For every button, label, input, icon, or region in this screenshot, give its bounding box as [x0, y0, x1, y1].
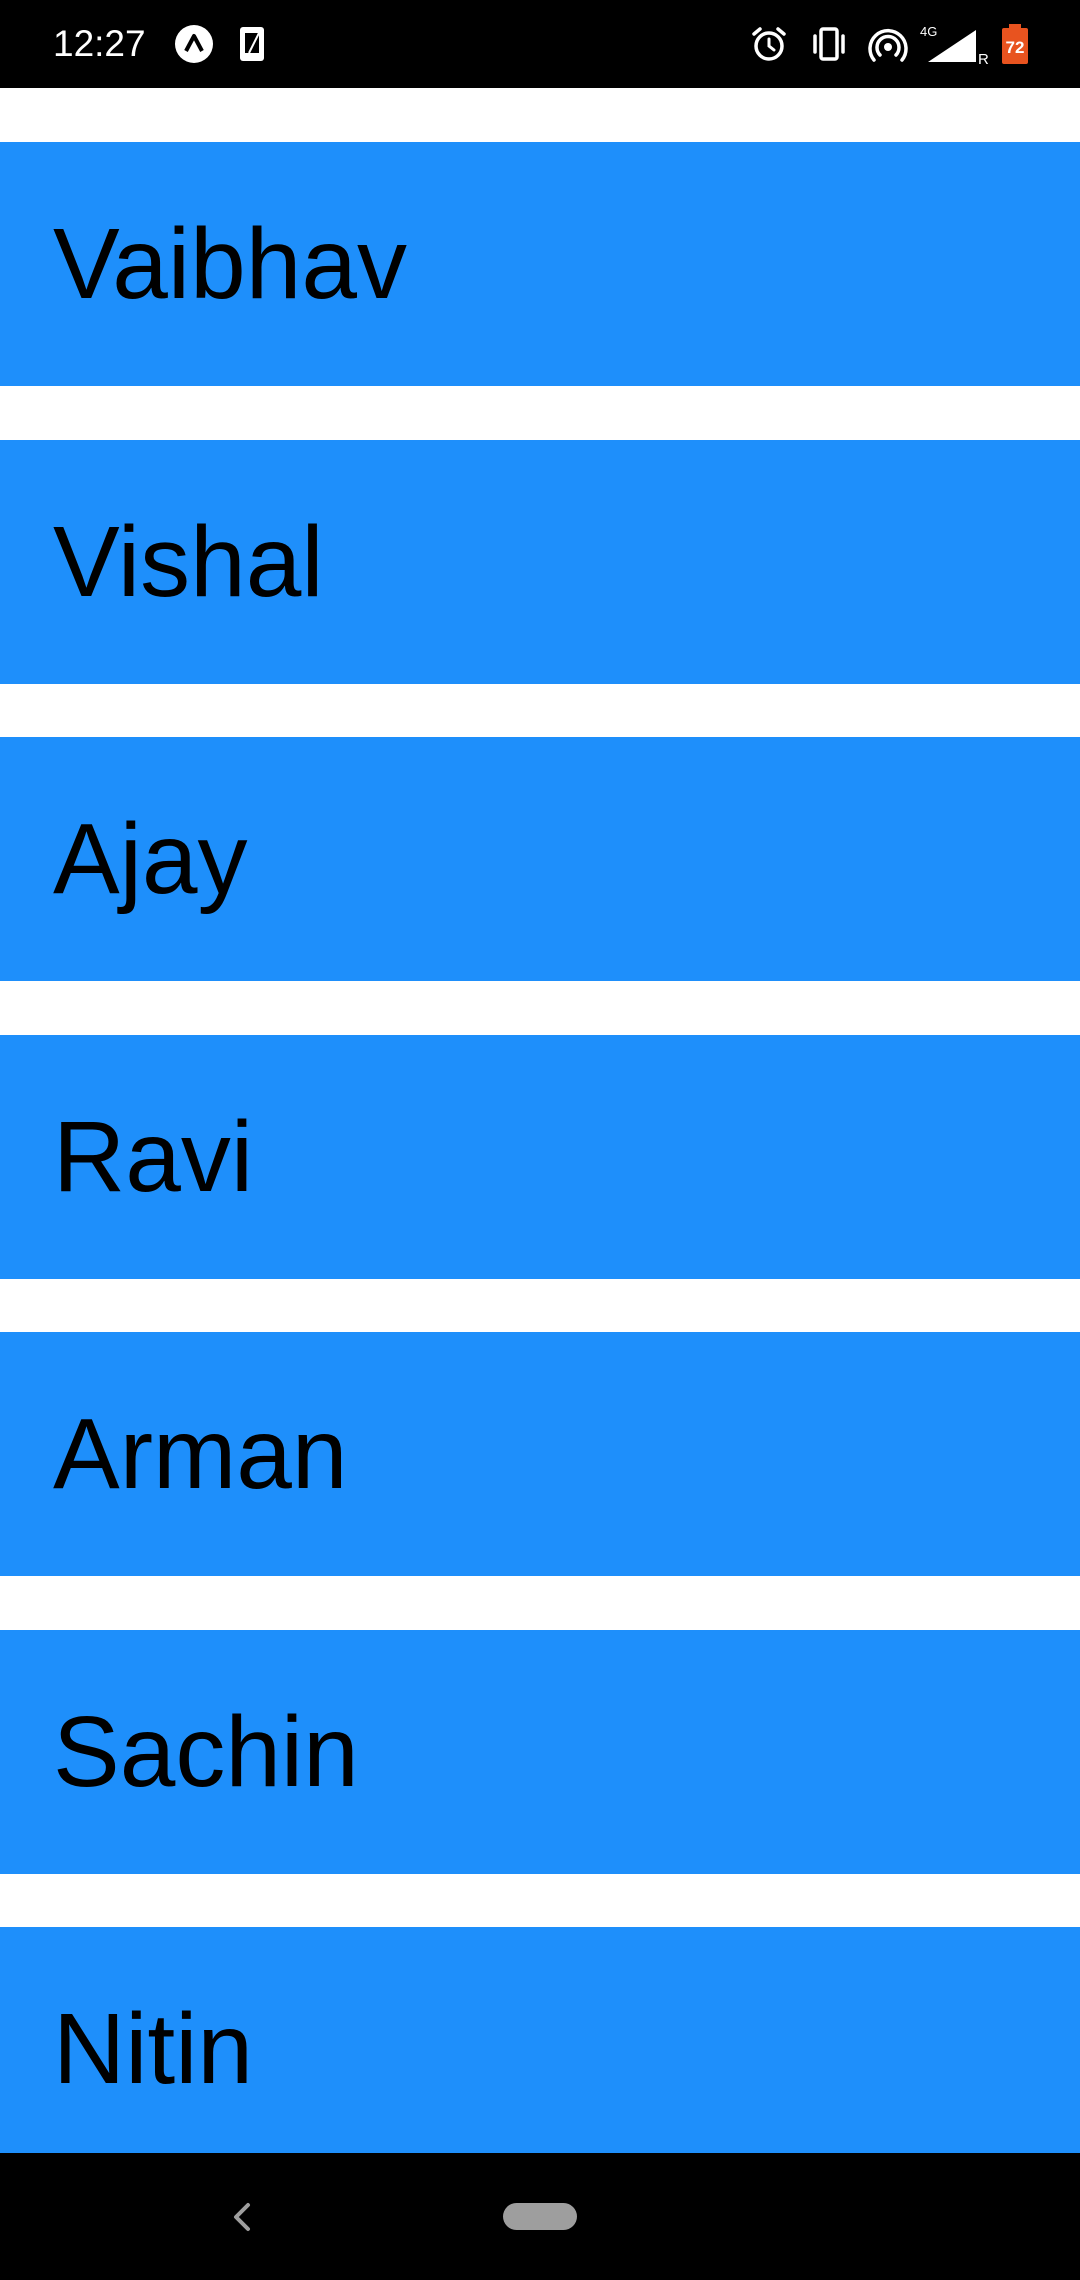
vibrate-icon [808, 22, 850, 66]
cellular-signal-icon: 4G R [918, 22, 990, 66]
list-item-label: Ravi [53, 1101, 254, 1213]
home-pill-icon[interactable] [503, 2203, 577, 2230]
svg-text:R: R [978, 51, 989, 66]
sim-card-icon [236, 22, 268, 66]
list-item[interactable]: Arman [0, 1332, 1080, 1576]
expo-notification-icon [172, 22, 216, 66]
list-item-label: Vishal [53, 506, 324, 618]
list-item-label: Ajay [53, 803, 248, 915]
svg-text:4G: 4G [920, 24, 937, 39]
list-item[interactable]: Sachin [0, 1630, 1080, 1874]
list-item[interactable]: Vishal [0, 440, 1080, 684]
hotspot-icon [866, 22, 910, 66]
battery-icon: 72 [998, 22, 1032, 66]
list-item-label: Vaibhav [53, 208, 407, 320]
list-item[interactable]: Vaibhav [0, 142, 1080, 386]
list-item-label: Nitin [53, 1993, 254, 2105]
alarm-icon [748, 22, 790, 66]
list-item[interactable]: Nitin [0, 1927, 1080, 2153]
status-time: 12:27 [53, 23, 146, 64]
back-icon[interactable] [222, 2189, 262, 2245]
svg-text:72: 72 [1006, 38, 1025, 57]
name-list[interactable]: Vaibhav Vishal Ajay Ravi Arman Sachin Ni… [0, 88, 1080, 2153]
list-item[interactable]: Ravi [0, 1035, 1080, 1279]
app-screen: 12:27 4G R 72 Vaibhav Vishal Ajay Ravi A… [0, 0, 1080, 2280]
status-bar: 12:27 4G R 72 [0, 0, 1080, 88]
list-item[interactable]: Ajay [0, 737, 1080, 981]
list-item-label: Sachin [53, 1696, 359, 1808]
list-item-label: Arman [53, 1398, 348, 1510]
navigation-bar [0, 2153, 1080, 2280]
